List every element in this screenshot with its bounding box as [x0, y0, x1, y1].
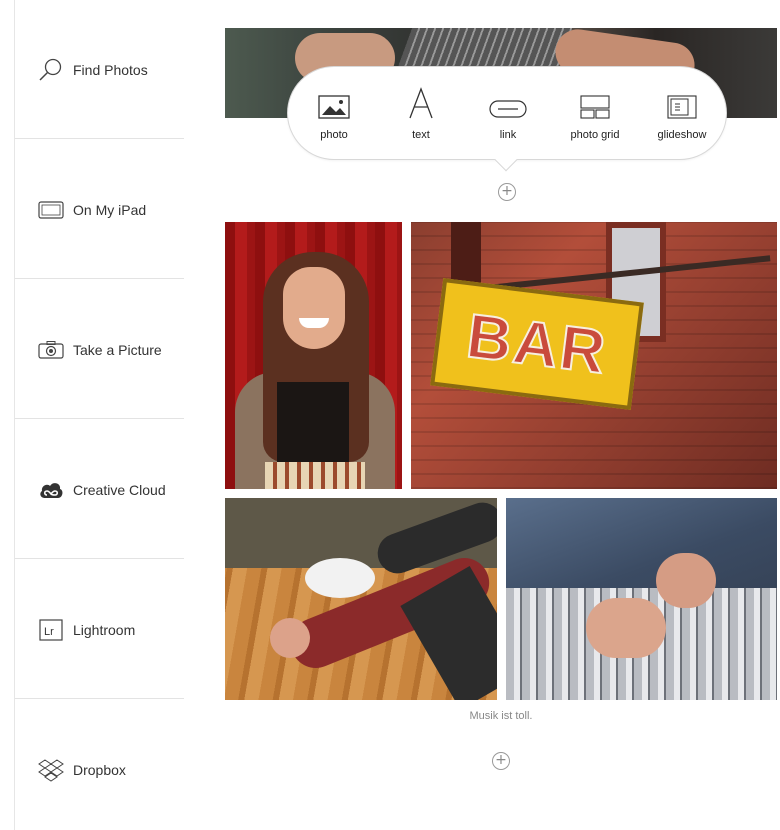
divider	[15, 698, 184, 699]
divider	[15, 418, 184, 419]
sidebar-item-dropbox[interactable]: Dropbox	[15, 700, 184, 830]
photo-detail	[586, 598, 666, 658]
sidebar-item-label: Take a Picture	[73, 342, 162, 358]
text-icon	[386, 87, 456, 119]
sidebar-item-label: Find Photos	[73, 62, 148, 78]
photo-grid-icon	[560, 87, 630, 119]
sidebar-item-label: Dropbox	[73, 762, 126, 778]
photo-detail	[305, 558, 375, 598]
svg-text:Lr: Lr	[44, 626, 54, 638]
lightroom-icon: Lr	[37, 618, 65, 642]
divider	[15, 138, 184, 139]
dropbox-icon	[37, 758, 65, 782]
photo-detail	[397, 28, 573, 68]
sidebar-item-take-a-picture[interactable]: Take a Picture	[15, 280, 184, 419]
insert-content-popover: photo text link photo grid glideshow	[287, 66, 727, 160]
tool-label: text	[412, 129, 430, 141]
photo-detail	[283, 267, 345, 349]
add-content-button[interactable]: +	[498, 183, 516, 201]
photo-mixing-console[interactable]	[506, 498, 777, 700]
photo-detail	[270, 618, 310, 658]
insert-glideshow-button[interactable]: glideshow	[647, 87, 717, 147]
sidebar-item-label: Creative Cloud	[73, 482, 166, 498]
tool-label: link	[499, 129, 517, 141]
divider	[15, 278, 184, 279]
sidebar-item-label: On My iPad	[73, 202, 147, 218]
photo-woman-smiling[interactable]	[225, 222, 402, 489]
tool-label: photo	[320, 129, 348, 141]
insert-photo-grid-button[interactable]: photo grid	[560, 87, 630, 147]
insert-link-button[interactable]: link	[473, 87, 543, 147]
photo-grid-caption[interactable]: Musik ist toll.	[225, 710, 777, 722]
sidebar-item-on-my-ipad[interactable]: On My iPad	[15, 140, 184, 279]
tool-label: photo grid	[570, 129, 620, 141]
link-icon	[473, 87, 543, 119]
search-icon	[37, 58, 65, 82]
tool-label: glideshow	[657, 129, 707, 141]
insert-text-button[interactable]: text	[386, 87, 456, 147]
glideshow-icon	[647, 87, 717, 119]
photo-detail	[656, 553, 716, 608]
bar-sign-text: BAR	[462, 300, 612, 388]
camera-icon	[37, 338, 65, 362]
sidebar-item-label: Lightroom	[73, 622, 136, 638]
sidebar-item-creative-cloud[interactable]: Creative Cloud	[15, 420, 184, 559]
photo-icon	[299, 87, 369, 119]
ipad-icon	[37, 198, 65, 222]
photo-bar-sign[interactable]: BAR	[411, 222, 777, 489]
photo-guitarist-on-floor[interactable]	[225, 498, 497, 700]
sidebar-item-find-photos[interactable]: Find Photos	[15, 0, 184, 139]
divider	[15, 558, 184, 559]
creative-cloud-icon	[37, 478, 65, 502]
add-content-button-bottom[interactable]: +	[492, 752, 510, 770]
photo-detail	[265, 462, 365, 489]
sidebar-item-lightroom[interactable]: Lr Lightroom	[15, 560, 184, 699]
insert-photo-button[interactable]: photo	[299, 87, 369, 147]
